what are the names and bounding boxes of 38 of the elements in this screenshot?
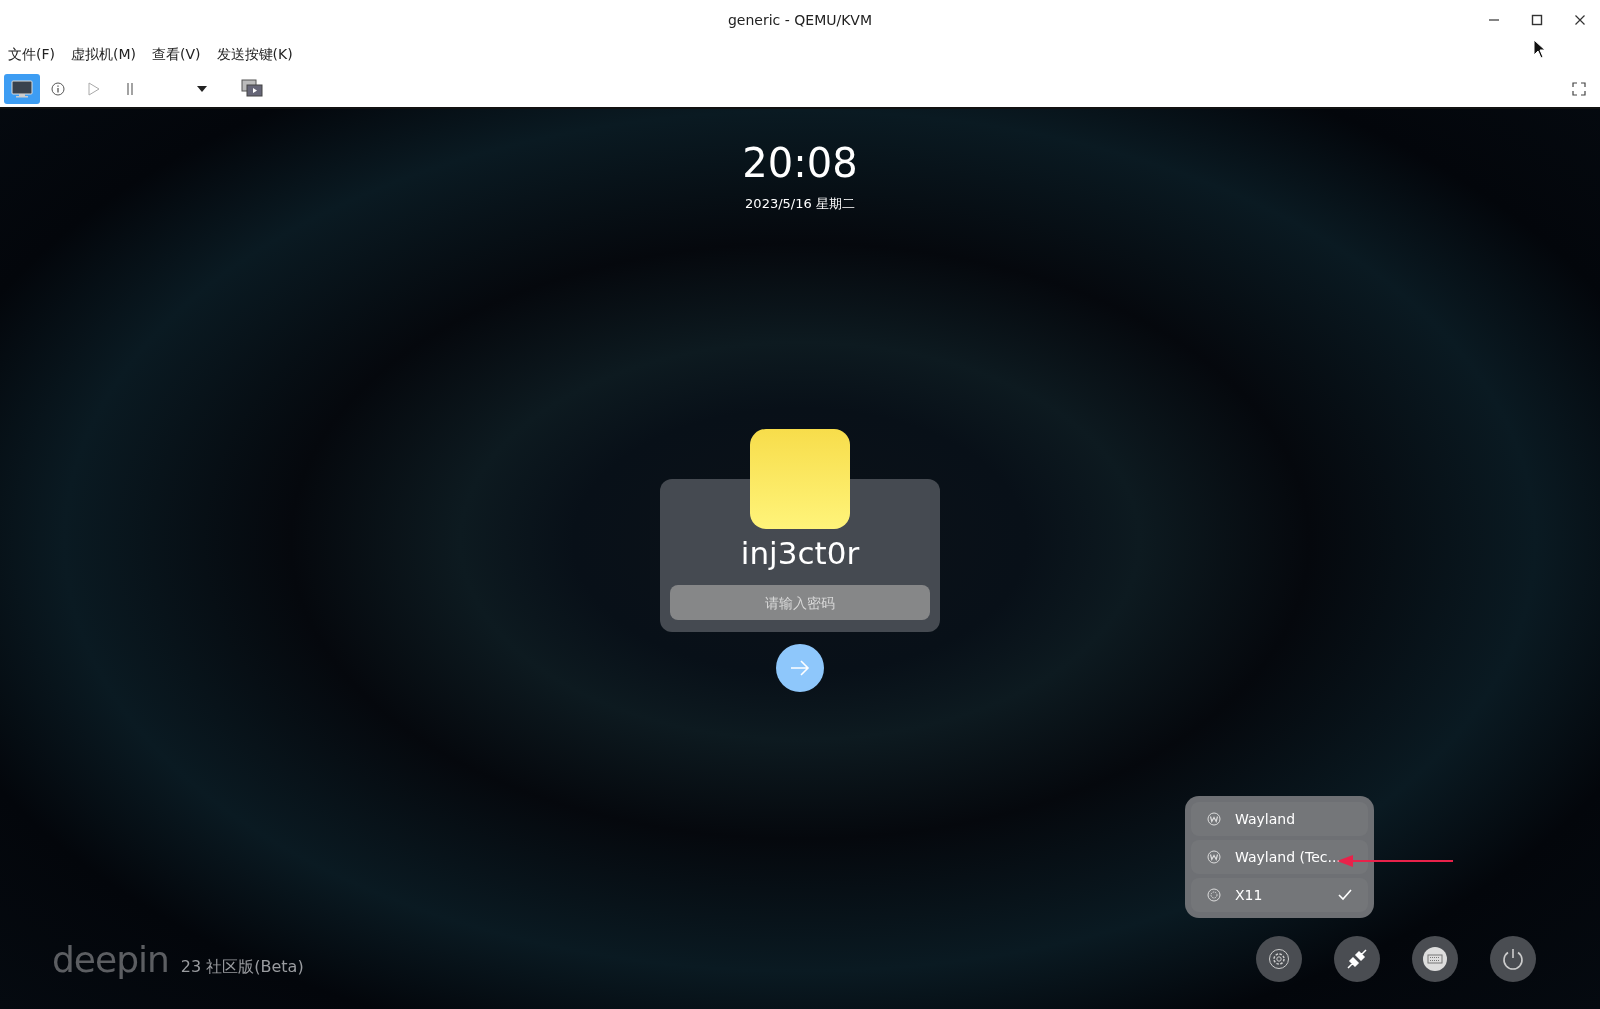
keyboard-icon [1422, 946, 1448, 972]
settings-icon [1268, 948, 1290, 970]
menu-item[interactable]: 虚拟机(M) [71, 46, 136, 64]
settings-button[interactable] [1256, 936, 1302, 982]
fullscreen-icon[interactable] [1572, 81, 1586, 96]
gear-icon [1207, 888, 1221, 902]
maximize-icon[interactable] [1531, 14, 1543, 26]
deepin-logo: deepin [52, 938, 169, 980]
session-item[interactable]: X11 [1191, 878, 1368, 912]
power-button[interactable] [1490, 936, 1536, 982]
user-name: inj3ct0r [740, 534, 860, 573]
clock-time: 20:08 [742, 139, 858, 187]
pause-icon [125, 81, 135, 96]
screens-icon [241, 78, 263, 99]
w-logo-icon [1207, 812, 1221, 826]
edition-label: 23 社区版(Beta) [180, 956, 304, 978]
plug-icon [1345, 947, 1369, 971]
menu-item[interactable]: 发送按键(K) [216, 46, 293, 64]
window-title: generic - QEMU/KVM [728, 12, 872, 28]
session-item[interactable]: Wayland (Tec... [1191, 840, 1368, 874]
keyboard-button[interactable] [1412, 936, 1458, 982]
power-icon [1501, 947, 1525, 971]
arrow-icon [790, 660, 810, 676]
menu-item[interactable]: 文件(F) [8, 46, 55, 64]
session-button[interactable] [1334, 936, 1380, 982]
monitor-icon [11, 79, 33, 98]
info-icon [51, 81, 65, 96]
menu-item[interactable]: 查看(V) [152, 46, 201, 64]
password-field[interactable]: 请输入密码 [670, 585, 930, 620]
caret-icon [196, 84, 208, 93]
close-icon[interactable] [1574, 14, 1586, 26]
console-button[interactable] [4, 73, 40, 104]
login-button[interactable] [776, 644, 824, 692]
w-logo-icon [1207, 850, 1221, 864]
mouse-cursor-icon [1533, 39, 1547, 59]
clock-date: 2023/5/16 星期二 [745, 195, 855, 213]
session-item[interactable]: Wayland [1191, 802, 1368, 836]
play-icon [88, 81, 100, 96]
